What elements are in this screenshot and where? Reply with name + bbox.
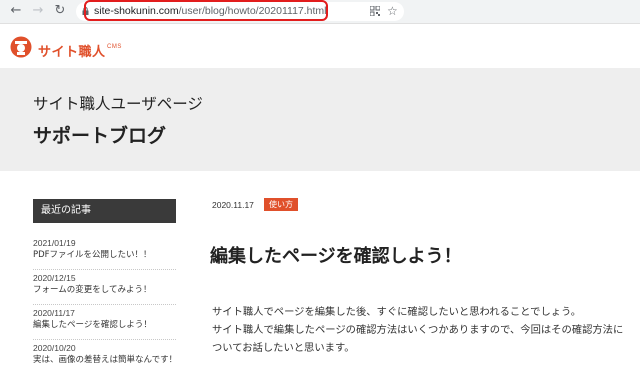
post-date: 2020/10/20 bbox=[33, 343, 76, 353]
list-item[interactable]: 2020/12/15 フォームの変更をしてみよう！ bbox=[33, 270, 176, 305]
url-highlight-box bbox=[84, 0, 328, 21]
reload-icon[interactable]: ↻ bbox=[52, 3, 68, 19]
post-date: 2021/01/19 bbox=[33, 238, 76, 248]
list-item[interactable]: 2020/11/17 編集したページを確認しよう！ bbox=[33, 305, 176, 340]
list-item[interactable]: 2021/01/19 PDFファイルを公開したい！！ bbox=[33, 235, 176, 270]
bookmark-star-icon[interactable]: ☆ bbox=[387, 3, 398, 19]
post-title-link[interactable]: PDFファイルを公開したい！！ bbox=[33, 249, 176, 261]
forward-arrow-icon[interactable]: → bbox=[30, 3, 46, 19]
article-paragraph: サイト職人でページを編集した後、すぐに確認したいと思われることでしょう。 bbox=[212, 306, 582, 318]
recent-posts-list: 2021/01/19 PDFファイルを公開したい！！ 2020/12/15 フォ… bbox=[33, 235, 177, 375]
post-title-link[interactable]: フォームの変更をしてみよう！ bbox=[33, 284, 176, 296]
article-date: 2020.11.17 bbox=[212, 200, 254, 210]
post-date: 2020/12/15 bbox=[33, 273, 76, 283]
post-title-link[interactable]: 実は、画像の差替えは簡単なんです！ bbox=[33, 354, 177, 366]
list-item[interactable]: 2020/10/20 実は、画像の差替えは簡単なんです！ bbox=[33, 340, 177, 375]
category-badge[interactable]: 使い方 bbox=[264, 198, 298, 211]
article-title: 編集したページを確認しよう！ bbox=[210, 246, 462, 267]
craftsman-logo-icon[interactable] bbox=[10, 36, 32, 58]
browser-toolbar: ← → ↻ site-shokunin.com/user/blog/howto/… bbox=[0, 0, 640, 24]
article-paragraph: サイト職人で編集したページの確認方法はいくつかありますので、今回はその確認方法に… bbox=[212, 324, 624, 354]
site-logo-cms: CMS bbox=[107, 44, 122, 50]
hero-banner: サイト職人ユーザページ サポートブログ bbox=[0, 68, 640, 171]
post-title-link[interactable]: 編集したページを確認しよう！ bbox=[33, 319, 176, 331]
site-header: サイト職人 CMS bbox=[0, 24, 640, 68]
back-arrow-icon[interactable]: ← bbox=[8, 3, 24, 19]
recent-posts-heading: 最近の記事 bbox=[33, 199, 176, 223]
hero-subtitle: サイト職人ユーザページ bbox=[33, 95, 203, 113]
article-body: サイト職人でページを編集した後、すぐに確認したいと思われることでしょう。 サイト… bbox=[212, 303, 630, 357]
site-logo-text[interactable]: サイト職人 bbox=[38, 41, 106, 60]
post-date: 2020/11/17 bbox=[33, 308, 75, 318]
qr-code-icon[interactable] bbox=[370, 6, 380, 16]
hero-title: サポートブログ bbox=[33, 125, 167, 147]
